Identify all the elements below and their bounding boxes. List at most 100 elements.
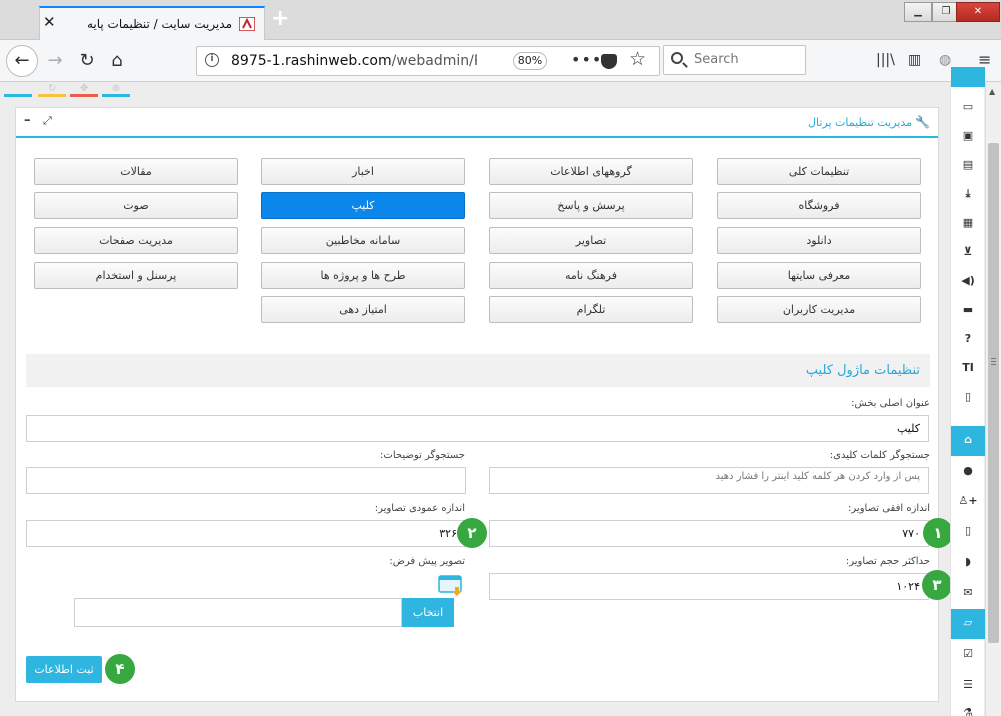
default-image-label: تصویر پیش فرض: bbox=[389, 556, 465, 567]
url-bar[interactable]: i 8975-1.rashinweb.com/webadmin/Porta 80… bbox=[196, 46, 660, 76]
library-icon[interactable]: |||\ bbox=[876, 52, 895, 68]
toolbar-top-active[interactable] bbox=[951, 67, 985, 87]
browser-tabbar: ✕ مدیریت سایت / تنظیمات پایه + ▁ ❐ ✕ bbox=[0, 0, 1001, 40]
module-rating[interactable]: امتیاز دهی bbox=[261, 296, 465, 323]
scroll-up-icon[interactable]: ▲ bbox=[989, 87, 995, 96]
shortcut-add-icon[interactable]: ⊕ bbox=[112, 83, 120, 94]
volume-icon[interactable]: ◀) bbox=[951, 267, 985, 295]
module-clip[interactable]: کلیپ bbox=[261, 192, 465, 219]
shortcut-bar-blue bbox=[4, 94, 32, 97]
shortcut-refresh-icon[interactable]: ↻ bbox=[48, 83, 56, 94]
module-articles[interactable]: مقالات bbox=[34, 158, 238, 185]
main-title-input[interactable]: کلیپ bbox=[26, 415, 929, 442]
module-pages[interactable]: مدیریت صفحات bbox=[34, 227, 238, 254]
img-height-input[interactable]: ۳۲۶ bbox=[26, 520, 466, 547]
module-news[interactable]: اخبار bbox=[261, 158, 465, 185]
monitor-icon[interactable]: ▬ bbox=[951, 296, 985, 324]
page-actions-icon[interactable]: ••• bbox=[571, 50, 602, 69]
folder-open-icon[interactable]: ▱ bbox=[951, 609, 985, 639]
desc-search-label: جستجوگر توضیحات: bbox=[380, 450, 465, 461]
scroll-grip bbox=[991, 358, 996, 359]
module-users[interactable]: مدیریت کاربران bbox=[717, 296, 921, 323]
module-images[interactable]: تصاویر bbox=[489, 227, 693, 254]
module-staff[interactable]: پرسنل و استخدام bbox=[34, 262, 238, 289]
module-info-groups[interactable]: گروههای اطلاعات bbox=[489, 158, 693, 185]
module-qa[interactable]: پرسش و پاسخ bbox=[489, 192, 693, 219]
desc-search-input[interactable] bbox=[26, 467, 466, 494]
img-height-label: اندازه عمودی تصاویر: bbox=[374, 503, 465, 514]
page-icon[interactable]: ▯ bbox=[951, 383, 985, 411]
envelope-icon[interactable]: ✉ bbox=[951, 579, 985, 607]
module-download[interactable]: دانلود bbox=[717, 227, 921, 254]
download-icon[interactable]: ⤓ bbox=[951, 180, 985, 208]
tab-close-icon[interactable]: ✕ bbox=[43, 14, 56, 30]
flask-icon[interactable]: ⚗ bbox=[951, 699, 985, 716]
clip-settings-header: تنظیمات ماژول کلیپ bbox=[26, 354, 930, 387]
module-projects[interactable]: طرح ها و پروژه ها bbox=[261, 262, 465, 289]
choose-image-button[interactable]: انتخاب bbox=[402, 598, 454, 627]
cart-icon[interactable]: ⊻ bbox=[951, 238, 985, 266]
scrollbar-thumb[interactable] bbox=[988, 143, 999, 643]
browser-tab[interactable]: ✕ مدیریت سایت / تنظیمات پایه bbox=[39, 6, 265, 40]
zoom-indicator[interactable]: 80% bbox=[513, 52, 547, 70]
module-audio[interactable]: صوت bbox=[34, 192, 238, 219]
bookmark-star-icon[interactable]: ☆ bbox=[629, 48, 646, 70]
new-tab-button[interactable]: + bbox=[271, 8, 289, 30]
panel-minimize-button[interactable]: – bbox=[24, 113, 31, 128]
keyword-search-input[interactable]: پس از وارد کردن هر کلمه کلید اینتر را فش… bbox=[489, 467, 929, 494]
step-badge-4: ۴ bbox=[105, 654, 135, 684]
site-info-icon[interactable]: i bbox=[205, 53, 219, 67]
mobile-icon[interactable]: ▯ bbox=[951, 517, 985, 545]
document-icon[interactable]: ▤ bbox=[951, 151, 985, 179]
right-toolbar: ▭ ▣ ▤ ⤓ ▦ ⊻ ◀) ▬ ? TI ▯ ⌂ ● ♙+ ▯ ◗ ✉ ▱ ☑… bbox=[950, 67, 985, 716]
reload-icon[interactable]: ↻ bbox=[72, 46, 102, 76]
window-minimize-button[interactable]: ▁ bbox=[904, 2, 932, 22]
page-scrollbar[interactable]: ▲ bbox=[985, 83, 1001, 716]
wrench-icon: 🔧 bbox=[915, 115, 930, 129]
panel-expand-icon[interactable]: ⤢ bbox=[43, 114, 52, 128]
comments-icon[interactable]: ◗ bbox=[951, 548, 985, 576]
shortcut-bar-yellow bbox=[38, 94, 66, 97]
img-width-label: اندازه افقی تصاویر: bbox=[848, 503, 930, 514]
module-sites[interactable]: معرفی سایتها bbox=[717, 262, 921, 289]
module-telegram[interactable]: تلگرام bbox=[489, 296, 693, 323]
max-size-input[interactable]: ۱۰۲۴ bbox=[489, 573, 929, 600]
id-card-icon[interactable]: ▭ bbox=[951, 93, 985, 121]
checkbox-icon[interactable]: ☑ bbox=[951, 640, 985, 668]
shortcut-move-icon[interactable]: ✥ bbox=[80, 83, 88, 94]
submit-button[interactable]: ثبت اطلاعات bbox=[26, 656, 102, 683]
text-size-icon[interactable]: TI bbox=[951, 354, 985, 382]
image-icon[interactable]: ▣ bbox=[951, 122, 985, 150]
url-text[interactable]: 8975-1.rashinweb.com/webadmin/Porta bbox=[231, 53, 477, 69]
shortcut-bar-red bbox=[70, 94, 98, 97]
list-icon[interactable]: ☰ bbox=[951, 671, 985, 699]
default-image-input[interactable] bbox=[74, 598, 402, 627]
site-favicon-icon bbox=[239, 17, 255, 31]
keyword-search-label: جستجوگر کلمات کلیدی: bbox=[829, 450, 930, 461]
inbox-icon[interactable]: ⌂ bbox=[951, 426, 985, 456]
page-viewport: ↻ ✥ ⊕ – ⤢ مدیریت تنظیمات پرتال 🔧 تنظیمات… bbox=[0, 83, 950, 716]
user-plus-icon[interactable]: ♙+ bbox=[951, 487, 985, 515]
module-general-settings[interactable]: تنظیمات کلی bbox=[717, 158, 921, 185]
pocket-icon[interactable] bbox=[601, 54, 617, 69]
question-icon[interactable]: ? bbox=[951, 325, 985, 353]
panel-header: – ⤢ مدیریت تنظیمات پرتال 🔧 bbox=[16, 108, 938, 138]
module-contacts[interactable]: سامانه مخاطبین bbox=[261, 227, 465, 254]
user-icon[interactable]: ● bbox=[951, 457, 985, 485]
img-width-input[interactable]: ۷۷۰ bbox=[489, 520, 929, 547]
search-input[interactable] bbox=[694, 52, 799, 67]
image-upload-icon[interactable] bbox=[438, 575, 464, 597]
step-badge-3: ۳ bbox=[922, 570, 950, 600]
globe-icon[interactable]: ◍ bbox=[939, 52, 951, 68]
film-icon[interactable]: ▦ bbox=[951, 209, 985, 237]
sidebar-toggle-icon[interactable]: ▥ bbox=[908, 52, 921, 68]
search-box[interactable] bbox=[663, 45, 806, 75]
top-shortcuts: ↻ ✥ ⊕ bbox=[4, 83, 134, 97]
forward-arrow-icon[interactable]: → bbox=[40, 46, 70, 76]
module-glossary[interactable]: فرهنگ نامه bbox=[489, 262, 693, 289]
back-arrow-icon[interactable]: ← bbox=[6, 45, 38, 77]
module-shop[interactable]: فروشگاه bbox=[717, 192, 921, 219]
search-icon bbox=[671, 52, 683, 64]
home-icon[interactable]: ⌂ bbox=[102, 46, 132, 76]
window-close-button[interactable]: ✕ bbox=[956, 2, 1000, 22]
